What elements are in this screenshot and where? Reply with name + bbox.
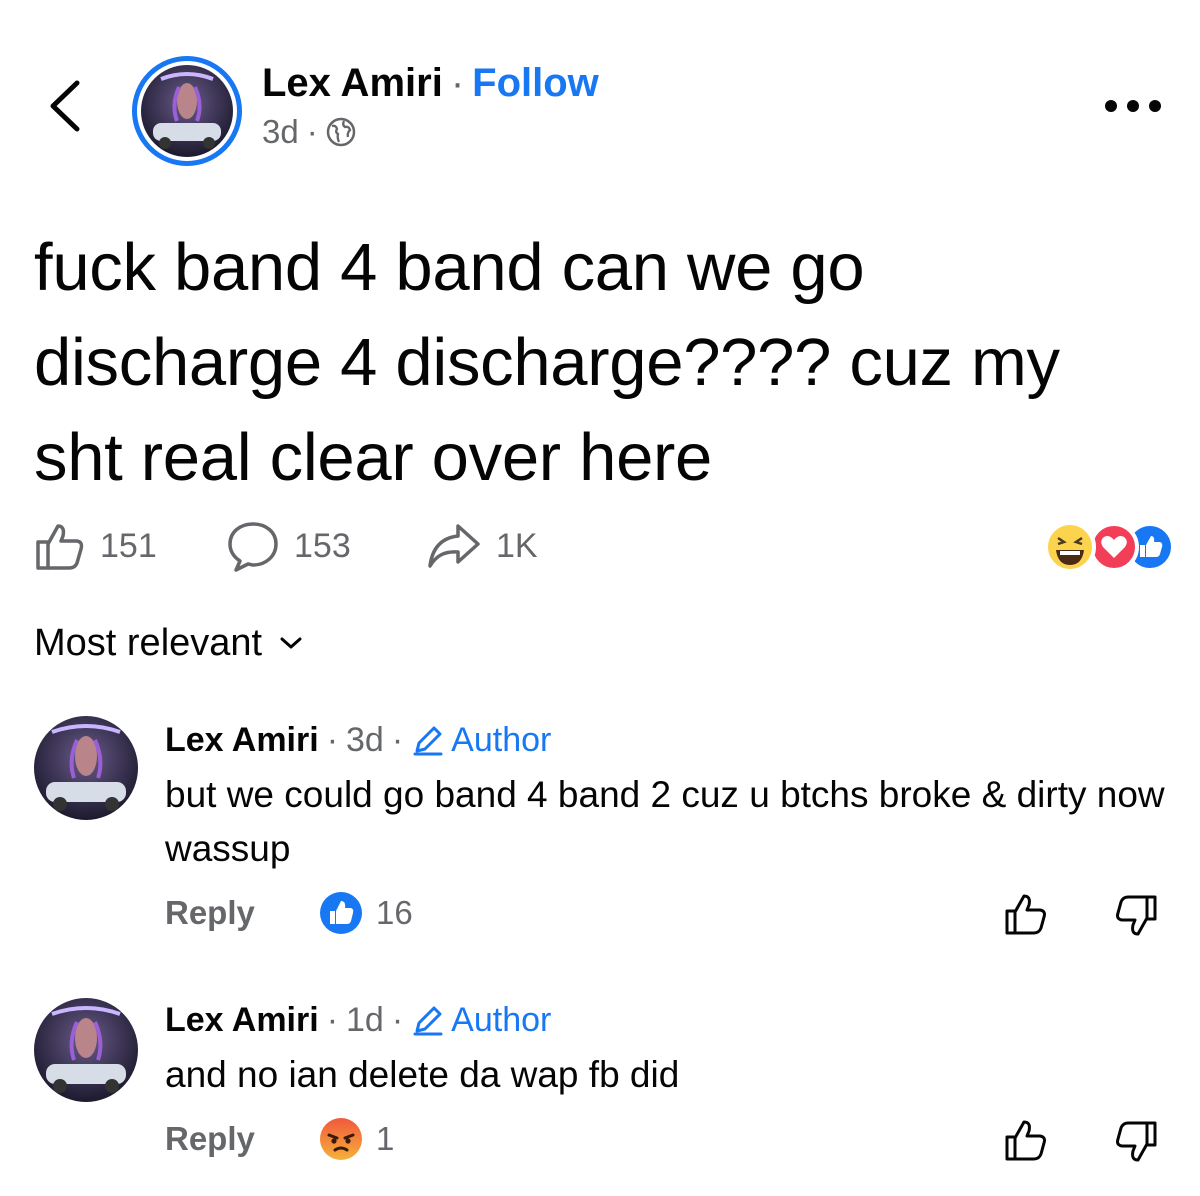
post-author-line: Lex Amiri · Follow — [262, 58, 599, 108]
share-arrow-icon — [428, 524, 480, 568]
like-reaction-icon — [320, 892, 362, 934]
share-count: 1K — [496, 526, 538, 565]
chevron-left-icon — [50, 80, 80, 132]
author-badge: Author — [411, 998, 551, 1042]
like-button[interactable]: 151 — [34, 516, 157, 576]
separator-dot: · — [391, 721, 404, 759]
comment-sort-dropdown[interactable]: Most relevant — [34, 618, 302, 668]
share-button[interactable]: 1K — [426, 516, 538, 576]
thumbs-up-icon — [1005, 1120, 1046, 1161]
comment-reactions[interactable]: 16 — [318, 890, 413, 936]
angry-reaction-icon — [320, 1118, 362, 1160]
reply-button[interactable]: Reply — [165, 1120, 255, 1158]
author-badge: Author — [411, 718, 551, 762]
separator-dot: · — [326, 721, 339, 759]
separator-dot: · — [306, 113, 318, 150]
comment-count: 153 — [294, 526, 351, 565]
downvote-button[interactable] — [1110, 1116, 1162, 1168]
comment-button[interactable]: 153 — [226, 516, 351, 576]
avatar-image — [141, 65, 233, 157]
more-horizontal-icon — [1105, 100, 1161, 112]
separator-dot: · — [391, 1001, 404, 1039]
upvote-button[interactable] — [1000, 1114, 1052, 1166]
globe-icon — [326, 117, 355, 147]
post-text: fuck band 4 band can we go discharge 4 d… — [34, 230, 1060, 495]
thumbs-up-icon — [1005, 894, 1046, 935]
back-button[interactable] — [34, 72, 94, 140]
comment-avatar[interactable] — [34, 716, 138, 820]
comment-time: 1d — [346, 1001, 384, 1039]
chevron-down-icon — [280, 637, 302, 649]
comment-avatar[interactable] — [34, 998, 138, 1102]
post-meta: 3d · — [262, 110, 356, 154]
separator-dot: · — [326, 1001, 339, 1039]
haha-reaction-icon — [1044, 521, 1096, 573]
reaction-count: 1 — [376, 1120, 395, 1157]
like-count: 151 — [100, 526, 157, 565]
comment-author-name[interactable]: Lex Amiri — [165, 998, 319, 1042]
comment-header: Lex Amiri · 3d · Author — [165, 718, 551, 762]
sort-label: Most relevant — [34, 622, 263, 664]
comment-header: Lex Amiri · 1d · Author — [165, 998, 551, 1042]
pencil-icon — [413, 1006, 443, 1036]
comment-author-name[interactable]: Lex Amiri — [165, 718, 319, 762]
author-avatar[interactable] — [132, 56, 242, 166]
post-time: 3d — [262, 113, 299, 150]
pencil-icon — [413, 726, 443, 756]
author-name[interactable]: Lex Amiri — [262, 61, 443, 105]
more-options-button[interactable] — [1096, 86, 1170, 126]
follow-button[interactable]: Follow — [472, 61, 599, 105]
upvote-button[interactable] — [1000, 888, 1052, 940]
reply-button[interactable]: Reply — [165, 894, 255, 932]
reaction-count: 16 — [376, 894, 413, 931]
separator-dot: · — [450, 61, 465, 105]
comment-text: and no ian delete da wap fb did — [165, 1054, 680, 1095]
comment-bubble-icon — [228, 522, 278, 572]
love-reaction-icon — [1089, 522, 1139, 572]
comment-time: 3d — [346, 721, 384, 759]
thumbs-up-icon — [36, 524, 84, 570]
thumbs-down-icon — [1116, 895, 1157, 936]
thumbs-down-icon — [1116, 1121, 1157, 1162]
comment-text: but we could go band 4 band 2 cuz u btch… — [165, 774, 1165, 869]
comment-reactions[interactable]: 1 — [318, 1116, 394, 1162]
author-badge-label: Author — [451, 1001, 552, 1039]
downvote-button[interactable] — [1110, 890, 1162, 942]
author-badge-label: Author — [451, 721, 552, 759]
reaction-summary[interactable] — [1034, 520, 1175, 574]
